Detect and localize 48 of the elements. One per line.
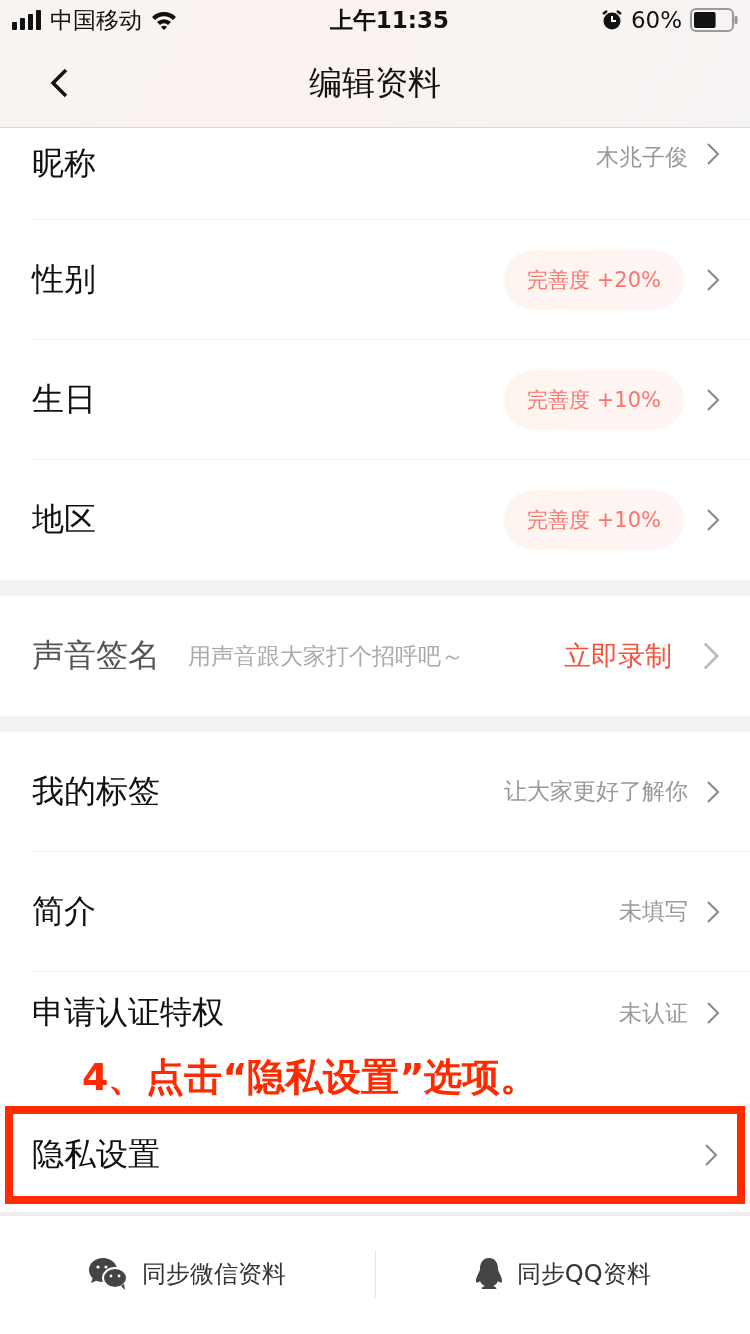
settings-row[interactable]: 我的标签 让大家更好了解你 xyxy=(32,732,750,852)
signal-icon xyxy=(12,10,42,30)
settings-row[interactable]: 生日 完善度 +10% xyxy=(32,340,750,460)
row-label: 声音签名 xyxy=(32,635,160,676)
row-value: 让大家更好了解你 xyxy=(504,777,688,806)
row-value: 未填写 xyxy=(619,897,688,926)
settings-row[interactable]: 地区 完善度 +10% xyxy=(32,460,750,580)
row-hint: 用声音跟大家打个招呼吧～ xyxy=(188,641,464,671)
chevron-icon xyxy=(706,142,720,166)
sync-button[interactable]: 同步微信资料 xyxy=(0,1244,375,1304)
row-label: 地区 xyxy=(32,499,96,540)
row-value: 未认证 xyxy=(619,998,688,1028)
row-label: 简介 xyxy=(32,890,96,932)
settings-row[interactable]: 简介 未填写 xyxy=(32,852,750,972)
chevron-icon xyxy=(706,899,720,924)
row-label: 隐私设置 xyxy=(32,1134,160,1175)
settings-row[interactable]: 声音签名 用声音跟大家打个招呼吧～ 立即录制 xyxy=(32,596,750,716)
completeness-badge: 完善度 +10% xyxy=(504,369,684,430)
completeness-badge: 完善度 +10% xyxy=(504,490,684,550)
penguin-icon xyxy=(474,1257,503,1291)
carrier-name: 中国移动 xyxy=(50,5,142,35)
chevron-icon xyxy=(706,779,720,804)
row-label: 我的标签 xyxy=(32,770,160,812)
battery-percent: 60% xyxy=(630,7,682,33)
settings-row[interactable]: 申请认证特权 未认证 xyxy=(32,972,750,1054)
row-label: 昵称 xyxy=(32,143,96,184)
chevron-icon xyxy=(702,641,720,671)
chevron-icon xyxy=(706,267,720,292)
highlighted-settings-row[interactable]: 隐私设置 xyxy=(5,1106,745,1204)
row-label: 生日 xyxy=(32,378,96,420)
sync-button[interactable]: 同步QQ资料 xyxy=(375,1244,750,1304)
row-label: 申请认证特权 xyxy=(32,992,224,1033)
chevron-icon xyxy=(706,508,720,532)
row-label: 性别 xyxy=(32,258,96,300)
chevron-icon xyxy=(704,1143,718,1167)
battery-icon xyxy=(690,8,738,32)
status-time: 上午11:35 xyxy=(329,5,450,35)
chevron-icon xyxy=(706,387,720,412)
alarm-icon xyxy=(600,9,623,31)
settings-row[interactable]: 昵称 木兆子俊 xyxy=(32,128,750,220)
wifi-icon xyxy=(150,10,178,30)
chat-bubbles-icon xyxy=(88,1257,129,1291)
annotation-text: 4、点击“隐私设置”选项。 xyxy=(82,1054,539,1100)
completeness-badge: 完善度 +20% xyxy=(504,249,684,310)
page-title: 编辑资料 xyxy=(309,62,441,104)
row-value: 木兆子俊 xyxy=(596,143,688,172)
chevron-icon xyxy=(706,1001,720,1025)
settings-row[interactable]: 性别 完善度 +20% xyxy=(32,220,750,340)
